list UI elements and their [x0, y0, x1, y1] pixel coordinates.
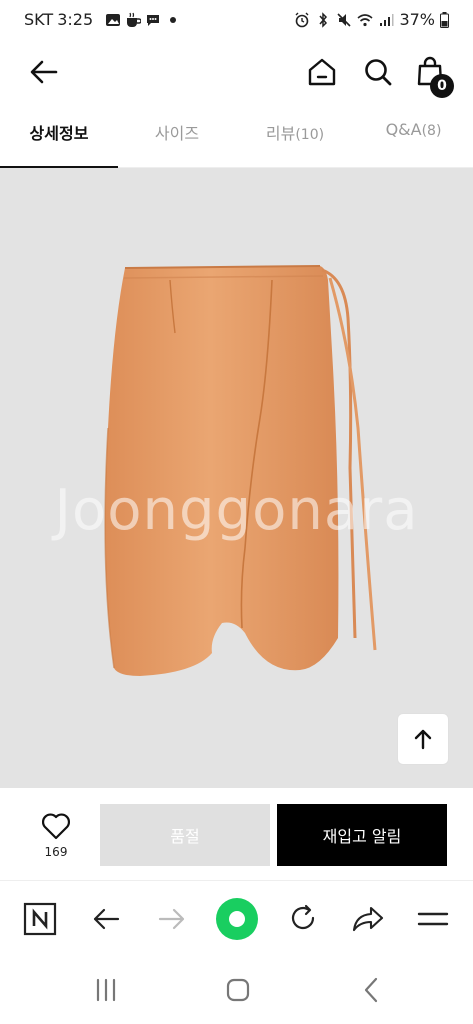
battery-percent: 37%: [399, 10, 435, 29]
naver-home-button[interactable]: [20, 899, 60, 939]
naver-n-icon: [23, 902, 57, 936]
app-header: 0: [0, 40, 473, 106]
status-left: SKT 3:25: [24, 10, 181, 29]
tab-label: 사이즈: [154, 124, 200, 143]
tab-detail[interactable]: 상세정보: [0, 106, 118, 169]
signal-icon: [380, 13, 394, 26]
mute-icon: [337, 12, 352, 27]
browser-forward-button[interactable]: [152, 899, 192, 939]
wifi-icon: [357, 13, 373, 26]
tab-review[interactable]: 리뷰(10): [236, 106, 354, 168]
home-icon: [308, 58, 336, 86]
tab-count: (8): [421, 123, 442, 139]
dot-icon: [170, 16, 177, 23]
like-count: 169: [44, 845, 68, 859]
chat-icon: [147, 14, 160, 26]
tab-label: Q&A: [385, 120, 422, 139]
search-icon: [365, 59, 392, 86]
like-button[interactable]: 169: [30, 812, 82, 859]
refresh-icon: [291, 904, 315, 930]
cart-button[interactable]: 0: [412, 54, 454, 98]
share-button[interactable]: [348, 899, 388, 939]
share-icon: [352, 906, 384, 932]
orange-leather-wrap-skirt: [104, 265, 377, 676]
tab-label: 리뷰: [265, 124, 296, 143]
tab-qna[interactable]: Q&A(8): [354, 106, 473, 168]
recent-apps-icon: [96, 978, 116, 1002]
menu-button[interactable]: [413, 899, 453, 939]
heart-icon: [42, 813, 70, 840]
restock-alert-button[interactable]: 재입고 알림: [277, 804, 447, 866]
system-back-button[interactable]: [354, 974, 390, 1006]
back-chevron-icon: [364, 977, 378, 1003]
search-button[interactable]: [360, 54, 396, 90]
gallery-icon: [106, 13, 121, 26]
system-nav-bar: [0, 956, 473, 1024]
product-tabs: 상세정보 사이즈 리뷰(10) Q&A(8): [0, 106, 473, 169]
back-button[interactable]: [26, 54, 62, 90]
soldout-button[interactable]: 품절: [100, 804, 270, 866]
forward-arrow-icon: [158, 908, 185, 930]
green-circle-icon: [216, 898, 258, 940]
back-arrow-icon: [93, 908, 120, 930]
cart-count-badge: 0: [430, 74, 454, 98]
home-button-icon: [226, 978, 250, 1002]
scroll-to-top-button[interactable]: [397, 713, 449, 765]
menu-icon: [417, 912, 449, 926]
carrier: SKT: [24, 10, 54, 29]
system-home-button[interactable]: [220, 974, 256, 1006]
tab-size[interactable]: 사이즈: [118, 106, 236, 168]
status-right: 37%: [294, 10, 449, 29]
battery-icon: [440, 11, 449, 28]
tab-count: (10): [295, 127, 325, 143]
purchase-action-bar: 169 품절 재입고 알림: [0, 788, 473, 880]
arrow-left-icon: [30, 60, 58, 84]
tab-label: 상세정보: [29, 124, 89, 143]
recent-apps-button[interactable]: [88, 974, 124, 1006]
refresh-button[interactable]: [283, 899, 323, 939]
coffee-icon: [127, 12, 142, 27]
clock: 3:25: [57, 10, 94, 29]
home-button[interactable]: [304, 54, 340, 90]
alarm-icon: [295, 12, 309, 27]
product-image: Joonggonara: [0, 168, 473, 788]
green-dot-button[interactable]: [214, 896, 260, 942]
arrow-up-icon: [414, 729, 432, 750]
bluetooth-icon: [319, 11, 328, 28]
status-bar: SKT 3:25 37%: [0, 0, 473, 40]
browser-back-button[interactable]: [86, 899, 126, 939]
browser-toolbar: [0, 880, 473, 956]
